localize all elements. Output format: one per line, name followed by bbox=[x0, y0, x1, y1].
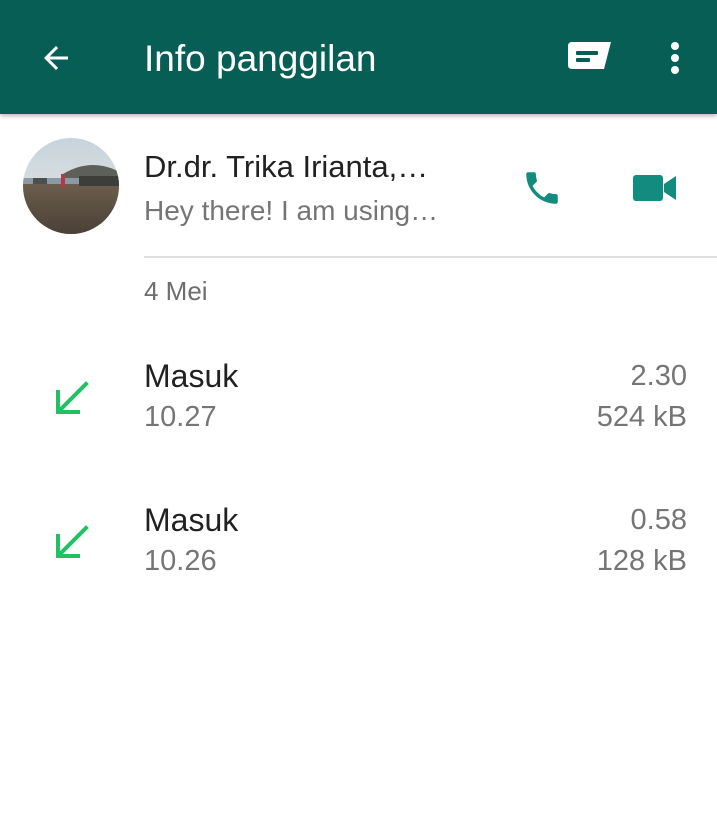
phone-icon bbox=[526, 172, 558, 204]
more-vert-icon bbox=[671, 42, 679, 74]
contact-name: Dr.dr. Trika Irianta,… bbox=[144, 149, 429, 184]
call-type-label: Masuk bbox=[144, 502, 239, 538]
call-data-size: 524 kB bbox=[596, 401, 687, 433]
back-button[interactable] bbox=[30, 32, 82, 84]
call-time: 10.27 bbox=[144, 401, 217, 433]
voice-call-button[interactable] bbox=[512, 158, 572, 218]
new-message-button[interactable] bbox=[562, 32, 618, 84]
incoming-call-arrow-icon bbox=[56, 381, 89, 414]
avatar[interactable] bbox=[23, 138, 119, 234]
call-data-size: 128 kB bbox=[596, 545, 687, 577]
call-time: 10.26 bbox=[144, 545, 217, 577]
call-log-item[interactable]: Masuk 10.27 2.30 524 kB bbox=[0, 334, 717, 464]
call-log-item[interactable]: Masuk 10.26 0.58 128 kB bbox=[0, 478, 717, 608]
page-title: Info panggilan bbox=[144, 38, 377, 79]
incoming-call-arrow-icon bbox=[56, 525, 89, 558]
divider bbox=[144, 256, 717, 258]
message-icon bbox=[568, 42, 611, 69]
call-type-label: Masuk bbox=[144, 358, 239, 394]
call-duration: 2.30 bbox=[630, 360, 687, 392]
video-call-button[interactable] bbox=[622, 158, 688, 218]
contact-row[interactable]: Dr.dr. Trika Irianta,… Hey there! I am u… bbox=[0, 114, 717, 258]
more-options-button[interactable] bbox=[650, 32, 700, 84]
date-header: 4 Mei bbox=[144, 276, 208, 306]
videocam-icon bbox=[633, 175, 676, 201]
back-arrow-icon bbox=[44, 46, 68, 70]
app-bar: Info panggilan bbox=[0, 0, 717, 114]
contact-status: Hey there! I am using… bbox=[144, 195, 439, 226]
call-duration: 0.58 bbox=[630, 504, 687, 536]
